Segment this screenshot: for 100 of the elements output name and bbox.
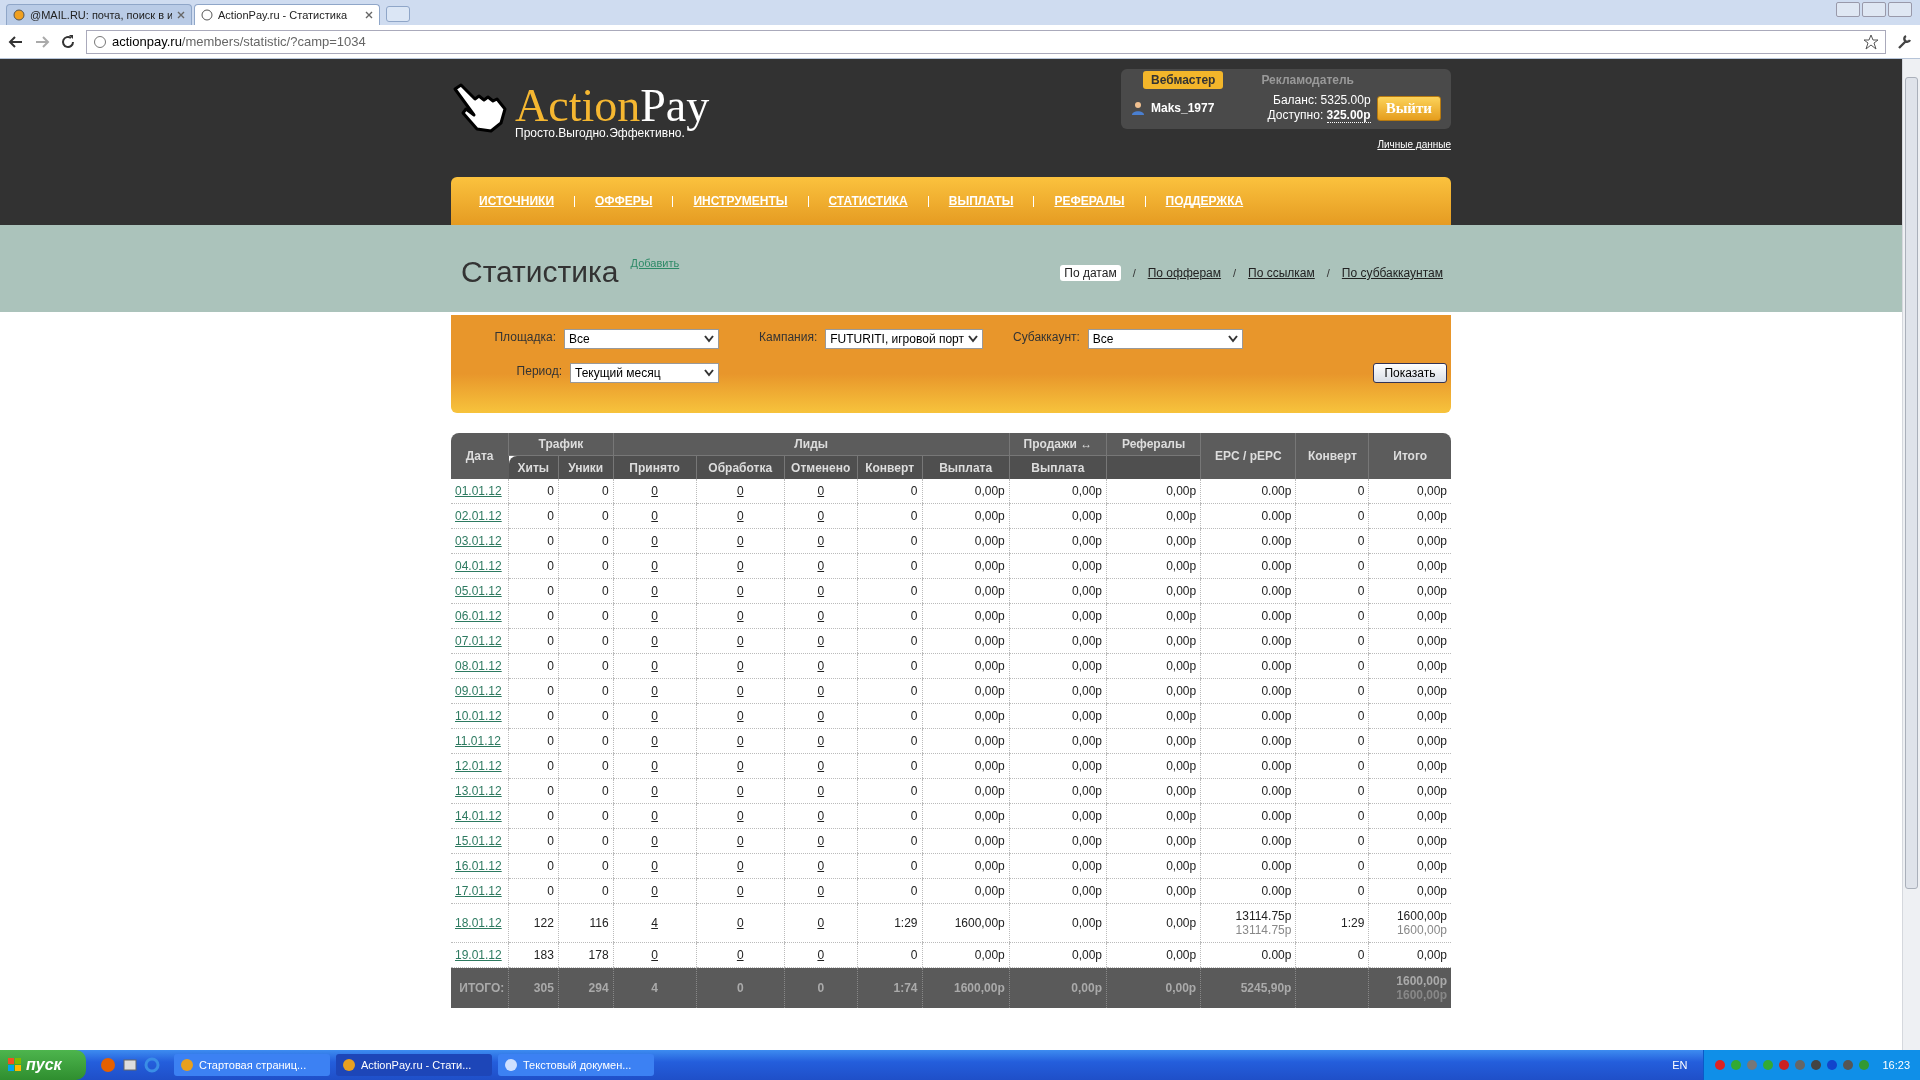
count-link[interactable]: 0 [651, 609, 658, 623]
role-tab[interactable]: Вебмастер [1143, 71, 1224, 89]
count-link[interactable]: 0 [651, 509, 658, 523]
count-link[interactable]: 0 [817, 634, 825, 648]
count-link[interactable]: 0 [736, 534, 744, 548]
count-link[interactable]: 0 [651, 734, 658, 748]
profile-link[interactable]: Личные данные [1377, 139, 1451, 150]
count-link[interactable]: 0 [651, 634, 658, 648]
date-link[interactable]: 13.01.12 [455, 784, 502, 798]
count-link[interactable]: 0 [736, 484, 744, 498]
count-link[interactable]: 0 [651, 884, 658, 898]
show-button[interactable]: Показать [1373, 363, 1447, 383]
count-link[interactable]: 0 [651, 759, 658, 773]
count-link[interactable]: 0 [817, 584, 825, 598]
date-link[interactable]: 10.01.12 [455, 709, 502, 723]
count-link[interactable]: 0 [651, 948, 658, 962]
count-link[interactable]: 0 [817, 948, 825, 962]
count-link[interactable]: 0 [736, 659, 744, 673]
date-link[interactable]: 03.01.12 [455, 534, 502, 548]
reload-icon[interactable] [60, 33, 76, 50]
select-field[interactable]: Все [564, 329, 719, 349]
star-icon[interactable] [1863, 33, 1879, 50]
close-icon[interactable] [177, 11, 185, 19]
count-link[interactable]: 0 [736, 559, 744, 573]
language-indicator[interactable]: EN [1662, 1059, 1698, 1071]
count-link[interactable]: 0 [651, 784, 658, 798]
scrollbar-thumb[interactable] [1905, 77, 1918, 889]
count-link[interactable]: 0 [736, 759, 744, 773]
date-link[interactable]: 09.01.12 [455, 684, 502, 698]
count-link[interactable]: 0 [736, 584, 744, 598]
count-link[interactable]: 0 [736, 609, 744, 623]
count-link[interactable]: 0 [817, 709, 825, 723]
minimize-button[interactable] [1836, 2, 1860, 17]
view-tab[interactable]: По ссылкам [1248, 266, 1315, 280]
date-link[interactable]: 18.01.12 [455, 916, 502, 930]
count-link[interactable]: 0 [736, 884, 744, 898]
count-link[interactable]: 0 [651, 584, 658, 598]
count-link[interactable]: 0 [736, 784, 744, 798]
taskbar-button[interactable]: Стартовая страниц... [174, 1054, 330, 1076]
address-field[interactable]: actionpay.ru/members/statistic/?camp=1034 [86, 29, 1886, 54]
view-tab[interactable]: По офферам [1147, 266, 1222, 280]
restore-button[interactable] [1862, 2, 1886, 17]
date-link[interactable]: 12.01.12 [455, 759, 502, 773]
count-link[interactable]: 0 [736, 948, 744, 962]
count-link[interactable]: 0 [817, 534, 825, 548]
select-field[interactable]: Все [1087, 329, 1243, 349]
count-link[interactable]: 4 [651, 916, 658, 930]
date-link[interactable]: 19.01.12 [455, 948, 502, 962]
count-link[interactable]: 0 [817, 609, 825, 623]
view-tab[interactable]: По датам [1060, 265, 1121, 281]
count-link[interactable]: 0 [651, 859, 658, 873]
count-link[interactable]: 0 [817, 834, 825, 848]
wrench-icon[interactable] [1896, 33, 1912, 50]
count-link[interactable]: 0 [817, 809, 825, 823]
taskbar-button[interactable]: ActionPay.ru - Стати... [336, 1054, 492, 1076]
date-link[interactable]: 06.01.12 [455, 609, 502, 623]
browser-tab[interactable]: ActionPay.ru - Статистика [194, 4, 380, 25]
date-link[interactable]: 16.01.12 [455, 859, 502, 873]
count-link[interactable]: 0 [651, 659, 658, 673]
count-link[interactable]: 0 [817, 484, 825, 498]
count-link[interactable]: 0 [651, 684, 658, 698]
date-link[interactable]: 05.01.12 [455, 584, 502, 598]
tray-icon[interactable] [1778, 1059, 1791, 1071]
count-link[interactable]: 0 [736, 809, 744, 823]
tray-icon[interactable] [1826, 1059, 1839, 1071]
count-link[interactable]: 0 [651, 834, 658, 848]
count-link[interactable]: 0 [651, 559, 658, 573]
date-link[interactable]: 08.01.12 [455, 659, 502, 673]
forward-icon[interactable] [34, 33, 50, 50]
count-link[interactable]: 0 [736, 859, 744, 873]
view-tab[interactable]: По суббаккаунтам [1341, 266, 1443, 280]
desktop-icon[interactable] [122, 1057, 138, 1073]
date-link[interactable]: 04.01.12 [455, 559, 502, 573]
scrollbar[interactable] [1902, 59, 1920, 1050]
count-link[interactable]: 0 [817, 859, 825, 873]
count-link[interactable]: 0 [817, 759, 825, 773]
tray-icon[interactable] [1746, 1059, 1759, 1071]
date-link[interactable]: 02.01.12 [455, 509, 502, 523]
close-button[interactable] [1888, 2, 1912, 17]
count-link[interactable]: 0 [817, 734, 825, 748]
count-link[interactable]: 0 [651, 709, 658, 723]
count-link[interactable]: 0 [817, 784, 825, 798]
tray-icon[interactable] [1794, 1059, 1807, 1071]
count-link[interactable]: 0 [817, 659, 825, 673]
tray-icon[interactable] [1842, 1059, 1855, 1071]
date-link[interactable]: 17.01.12 [455, 884, 502, 898]
count-link[interactable]: 0 [651, 809, 658, 823]
back-icon[interactable] [8, 33, 24, 50]
count-link[interactable]: 0 [651, 484, 658, 498]
tray-icon[interactable] [1714, 1059, 1727, 1071]
count-link[interactable]: 0 [817, 509, 825, 523]
count-link[interactable]: 0 [736, 834, 744, 848]
count-link[interactable]: 0 [736, 634, 744, 648]
new-tab-button[interactable] [386, 6, 410, 22]
count-link[interactable]: 0 [736, 509, 744, 523]
tray-icon[interactable] [1810, 1059, 1823, 1071]
date-link[interactable]: 01.01.12 [455, 484, 502, 498]
date-link[interactable]: 15.01.12 [455, 834, 502, 848]
date-link[interactable]: 07.01.12 [455, 634, 502, 648]
count-link[interactable]: 0 [817, 884, 825, 898]
